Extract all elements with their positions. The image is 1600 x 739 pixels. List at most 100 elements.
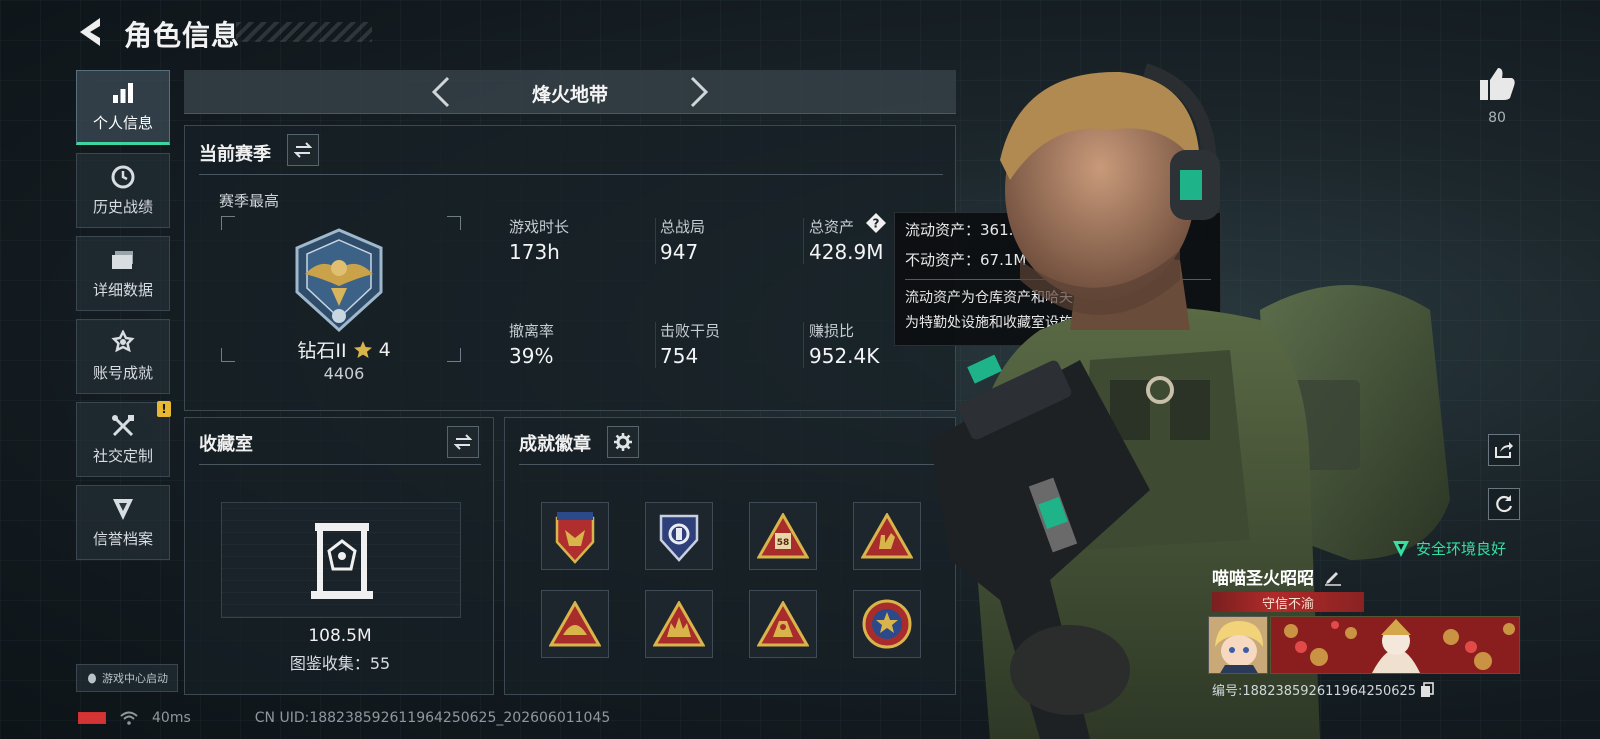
- badge-triangle-58-icon: 58: [757, 513, 809, 559]
- title-decoration: [236, 22, 372, 42]
- divider: [655, 218, 656, 264]
- rank-stars: 4: [378, 338, 391, 361]
- stat-label: 击败干员: [660, 322, 721, 340]
- badge-item[interactable]: [749, 590, 817, 658]
- divider: [199, 174, 943, 175]
- sidebar-item-label: 信誉档案: [92, 530, 153, 548]
- swap-icon: [454, 434, 472, 450]
- stat-value: 947: [660, 240, 699, 264]
- thumbs-up-icon: [1480, 68, 1515, 100]
- copy-code-button[interactable]: [1420, 681, 1434, 698]
- like-button[interactable]: [1476, 66, 1516, 102]
- sidebar-item-label: 账号成就: [92, 364, 153, 382]
- refresh-button[interactable]: [1488, 488, 1520, 520]
- badge-triangle-deer-icon: [653, 601, 705, 647]
- sidebar-item-label: 社交定制: [92, 447, 153, 465]
- season-panel: 当前赛季 赛季最高 钻石II 4 4406 游戏时长 173h 总战局 947 …: [184, 125, 956, 411]
- back-arrow-icon: [80, 18, 100, 46]
- badges-settings-button[interactable]: [607, 426, 639, 458]
- edit-name-button[interactable]: [1324, 568, 1342, 586]
- share-button[interactable]: [1488, 434, 1520, 466]
- help-icon: ?: [866, 213, 886, 233]
- frame-corner: [221, 348, 235, 362]
- game-center-label: 游戏中心启动: [102, 672, 168, 685]
- collection-catalog: 图鉴收集：55: [289, 654, 391, 673]
- collection-switch-button[interactable]: [447, 426, 479, 458]
- stat-value: 39%: [509, 344, 554, 368]
- stat-value: 428.9M: [809, 240, 884, 264]
- frame-corner: [447, 348, 461, 362]
- rank-diamond-emblem-icon: [295, 228, 383, 333]
- divider: [655, 322, 656, 368]
- help-button[interactable]: ?: [865, 212, 887, 234]
- vault-icon: [311, 523, 373, 599]
- name-card-banner: [1270, 616, 1520, 674]
- game-center-button[interactable]: 游戏中心启动: [76, 664, 178, 692]
- player-code: 编号:18823859261196425062​5: [1212, 684, 1417, 699]
- mode-next-button[interactable]: [682, 76, 712, 108]
- badge-item[interactable]: 58: [749, 502, 817, 570]
- player-name: 喵喵圣火昭昭: [1212, 569, 1314, 589]
- environment-status: 安全环境良好: [1392, 538, 1506, 559]
- rank-line: 钻石II 4: [285, 336, 403, 363]
- badge-triangle-hand-icon: [861, 513, 913, 559]
- mode-selector: 烽火地带: [184, 70, 956, 114]
- season-title: 当前赛季: [199, 144, 271, 165]
- sidebar-item-personal-info[interactable]: 个人信息: [76, 70, 170, 145]
- sidebar-item-achievements[interactable]: 账号成就: [76, 319, 170, 394]
- gear-icon: [614, 433, 632, 451]
- player-code-row: 编号:18823859261196425062​5: [1212, 680, 1434, 699]
- clock-icon: [110, 164, 136, 190]
- collection-title: 收藏室: [199, 434, 253, 455]
- badges-title: 成就徽章: [519, 434, 591, 455]
- player-title-tag: 守信不渝: [1212, 592, 1364, 612]
- player-name-row: 喵喵圣火昭昭: [1212, 564, 1342, 589]
- sidebar-item-detailed-data[interactable]: 详细数据: [76, 236, 170, 311]
- sidebar-item-social[interactable]: 社交定制 !: [76, 401, 171, 477]
- season-best-label: 赛季最高: [219, 192, 280, 210]
- shield-icon: [110, 496, 136, 522]
- refresh-icon: [1496, 495, 1513, 513]
- notification-badge: !: [157, 401, 171, 417]
- share-icon: [1495, 442, 1513, 458]
- collection-panel: 收藏室 108.5M 图鉴收集：55: [184, 417, 494, 695]
- sidebar-item-reputation[interactable]: 信誉档案: [76, 485, 170, 560]
- badge-item[interactable]: [853, 502, 921, 570]
- season-switch-button[interactable]: [287, 134, 319, 166]
- stat-value: 952.4K: [809, 344, 880, 368]
- tools-icon: [110, 413, 136, 439]
- divider: [519, 464, 943, 465]
- chevron-right-icon: [690, 76, 709, 108]
- achievement-icon: [110, 330, 136, 356]
- collection-room-preview[interactable]: [221, 502, 461, 618]
- rank-emblem: [283, 226, 395, 334]
- stat-label: 总战局: [660, 218, 706, 236]
- safe-shield-icon: [1393, 540, 1409, 557]
- badge-item[interactable]: [541, 502, 609, 570]
- penguin-icon: [88, 673, 96, 684]
- stat-label: 赚损比: [809, 322, 855, 340]
- back-button[interactable]: [74, 14, 108, 50]
- badge-item[interactable]: [853, 590, 921, 658]
- badge-item[interactable]: [645, 590, 713, 658]
- sidebar-item-label: 历史战绩: [92, 198, 153, 216]
- badge-triangle-hand2-icon: [757, 601, 809, 647]
- frame-corner: [447, 216, 461, 230]
- stat-label: 总资产: [809, 218, 855, 236]
- avatar[interactable]: [1208, 616, 1268, 674]
- sidebar-item-history[interactable]: 历史战绩: [76, 153, 170, 228]
- status-bar: 40ms CN UID:18823859261196425062​5_20260…: [78, 708, 610, 728]
- badge-triangle-helmet-icon: [549, 601, 601, 647]
- swap-icon: [294, 142, 312, 158]
- star-icon: [353, 340, 372, 358]
- badge-item[interactable]: [645, 502, 713, 570]
- badges-panel: 成就徽章 58: [504, 417, 956, 695]
- badge-item[interactable]: [541, 590, 609, 658]
- copy-icon: [1421, 681, 1434, 697]
- folder-icon: [110, 247, 136, 273]
- collection-value: 108.5M: [308, 626, 372, 646]
- rank-name: 钻石II: [297, 340, 347, 362]
- title-tag-text: 守信不渝: [1261, 596, 1314, 612]
- rank-score: 4406: [323, 364, 365, 383]
- stat-label: 游戏时长: [509, 218, 570, 236]
